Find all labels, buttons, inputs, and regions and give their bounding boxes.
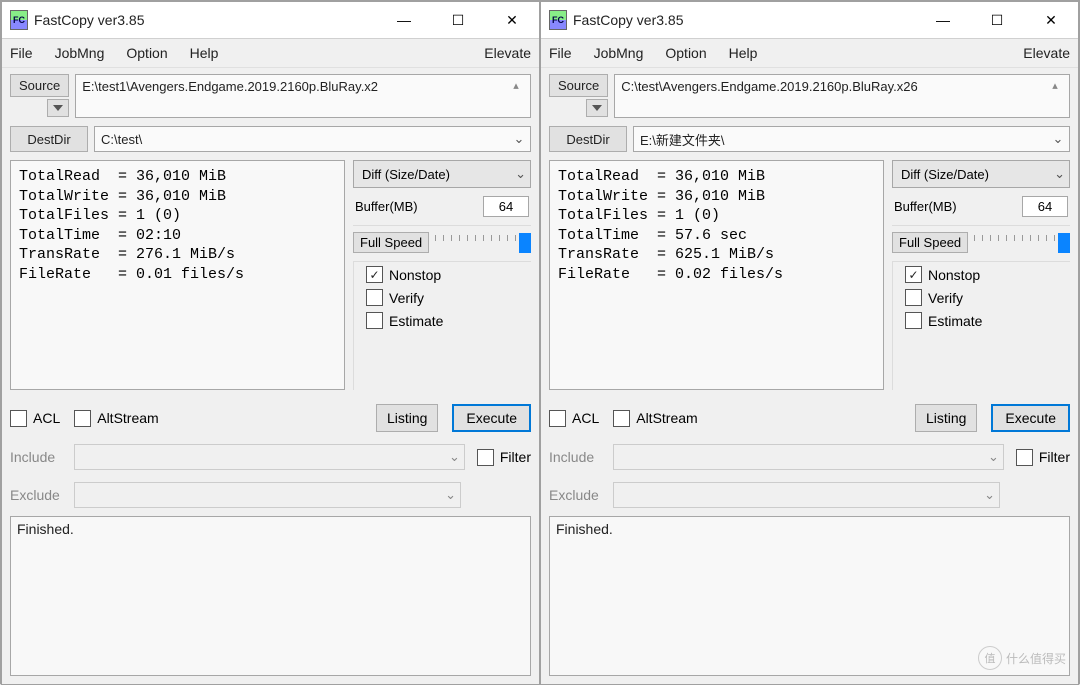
watermark: 值 什么值得买 <box>978 646 1066 670</box>
include-label: Include <box>549 449 605 465</box>
source-path-input[interactable]: C:\test\Avengers.Endgame.2019.2160p.BluR… <box>614 74 1070 118</box>
nonstop-checkbox[interactable]: ✓Nonstop <box>905 266 1066 283</box>
mode-combo[interactable]: Diff (Size/Date) ⌄ <box>353 160 531 188</box>
execute-button[interactable]: Execute <box>452 404 531 432</box>
verify-checkbox[interactable]: Verify <box>366 289 527 306</box>
menu-elevate[interactable]: Elevate <box>1023 45 1070 61</box>
fastcopy-window-left: FC FastCopy ver3.85 — ☐ ✕ File JobMng Op… <box>1 1 540 685</box>
menu-elevate[interactable]: Elevate <box>484 45 531 61</box>
destdir-text: C:\test\ <box>101 132 510 147</box>
include-combo[interactable]: ⌄ <box>613 444 1004 470</box>
altstream-checkbox[interactable]: AltStream <box>613 410 697 427</box>
include-combo[interactable]: ⌄ <box>74 444 465 470</box>
buffer-label: Buffer(MB) <box>894 199 957 214</box>
chevron-down-icon: ⌄ <box>1054 166 1065 182</box>
nonstop-checkbox[interactable]: ✓Nonstop <box>366 266 527 283</box>
minimize-button[interactable]: — <box>916 2 970 38</box>
speed-label: Full Speed <box>353 232 429 253</box>
destdir-button[interactable]: DestDir <box>10 126 88 152</box>
exclude-label: Exclude <box>10 487 66 503</box>
stats-output: TotalRead = 36,010 MiB TotalWrite = 36,0… <box>10 160 345 390</box>
window-title: FastCopy ver3.85 <box>34 12 377 28</box>
scroll-up-icon[interactable]: ▴ <box>1047 79 1063 113</box>
minimize-button[interactable]: — <box>377 2 431 38</box>
chevron-down-icon: ⌄ <box>1049 131 1067 147</box>
estimate-checkbox[interactable]: Estimate <box>905 312 1066 329</box>
menu-option[interactable]: Option <box>665 45 706 61</box>
buffer-input[interactable]: 64 <box>1022 196 1068 217</box>
chevron-down-icon: ⌄ <box>515 166 526 182</box>
execute-button[interactable]: Execute <box>991 404 1070 432</box>
menu-file[interactable]: File <box>549 45 572 61</box>
menu-help[interactable]: Help <box>190 45 219 61</box>
menu-jobmng[interactable]: JobMng <box>55 45 105 61</box>
exclude-combo[interactable]: ⌄ <box>613 482 1000 508</box>
source-path-text: E:\test1\Avengers.Endgame.2019.2160p.Blu… <box>82 79 508 113</box>
destdir-combo[interactable]: E:\新建文件夹\ ⌄ <box>633 126 1070 152</box>
destdir-button[interactable]: DestDir <box>549 126 627 152</box>
acl-checkbox[interactable]: ACL <box>10 410 60 427</box>
source-button[interactable]: Source <box>10 74 69 97</box>
menu-option[interactable]: Option <box>126 45 167 61</box>
log-output: Finished. <box>10 516 531 676</box>
estimate-checkbox[interactable]: Estimate <box>366 312 527 329</box>
listing-button[interactable]: Listing <box>376 404 438 432</box>
watermark-icon: 值 <box>978 646 1002 670</box>
chevron-down-icon: ⌄ <box>988 449 999 465</box>
destdir-text: E:\新建文件夹\ <box>640 130 1049 149</box>
chevron-down-icon: ⌄ <box>449 449 460 465</box>
slider-thumb-icon <box>519 233 531 253</box>
maximize-button[interactable]: ☐ <box>431 2 485 38</box>
stats-output: TotalRead = 36,010 MiB TotalWrite = 36,0… <box>549 160 884 390</box>
menu-file[interactable]: File <box>10 45 33 61</box>
chevron-down-icon: ⌄ <box>510 131 528 147</box>
listing-button[interactable]: Listing <box>915 404 977 432</box>
source-history-button[interactable] <box>47 99 69 117</box>
scroll-up-icon[interactable]: ▴ <box>508 79 524 113</box>
filter-checkbox[interactable]: Filter <box>477 449 531 466</box>
close-button[interactable]: ✕ <box>1024 2 1078 38</box>
chevron-down-icon <box>592 105 602 111</box>
buffer-input[interactable]: 64 <box>483 196 529 217</box>
menubar: File JobMng Option Help Elevate <box>541 39 1078 68</box>
app-icon: FC <box>549 11 567 29</box>
verify-checkbox[interactable]: Verify <box>905 289 1066 306</box>
speed-slider[interactable] <box>974 233 1070 253</box>
menu-help[interactable]: Help <box>729 45 758 61</box>
close-button[interactable]: ✕ <box>485 2 539 38</box>
filter-checkbox[interactable]: Filter <box>1016 449 1070 466</box>
altstream-checkbox[interactable]: AltStream <box>74 410 158 427</box>
exclude-label: Exclude <box>549 487 605 503</box>
source-path-input[interactable]: E:\test1\Avengers.Endgame.2019.2160p.Blu… <box>75 74 531 118</box>
destdir-combo[interactable]: C:\test\ ⌄ <box>94 126 531 152</box>
buffer-label: Buffer(MB) <box>355 199 418 214</box>
exclude-combo[interactable]: ⌄ <box>74 482 461 508</box>
menubar: File JobMng Option Help Elevate <box>2 39 539 68</box>
include-label: Include <box>10 449 66 465</box>
window-title: FastCopy ver3.85 <box>573 12 916 28</box>
source-path-text: C:\test\Avengers.Endgame.2019.2160p.BluR… <box>621 79 1047 113</box>
chevron-down-icon: ⌄ <box>984 487 995 503</box>
maximize-button[interactable]: ☐ <box>970 2 1024 38</box>
mode-combo-text: Diff (Size/Date) <box>901 167 989 182</box>
titlebar: FC FastCopy ver3.85 — ☐ ✕ <box>541 2 1078 39</box>
speed-label: Full Speed <box>892 232 968 253</box>
fastcopy-window-right: FC FastCopy ver3.85 — ☐ ✕ File JobMng Op… <box>540 1 1079 685</box>
slider-thumb-icon <box>1058 233 1070 253</box>
speed-slider[interactable] <box>435 233 531 253</box>
menu-jobmng[interactable]: JobMng <box>594 45 644 61</box>
mode-combo-text: Diff (Size/Date) <box>362 167 450 182</box>
source-history-button[interactable] <box>586 99 608 117</box>
source-button[interactable]: Source <box>549 74 608 97</box>
mode-combo[interactable]: Diff (Size/Date) ⌄ <box>892 160 1070 188</box>
chevron-down-icon: ⌄ <box>445 487 456 503</box>
titlebar: FC FastCopy ver3.85 — ☐ ✕ <box>2 2 539 39</box>
chevron-down-icon <box>53 105 63 111</box>
app-icon: FC <box>10 11 28 29</box>
acl-checkbox[interactable]: ACL <box>549 410 599 427</box>
